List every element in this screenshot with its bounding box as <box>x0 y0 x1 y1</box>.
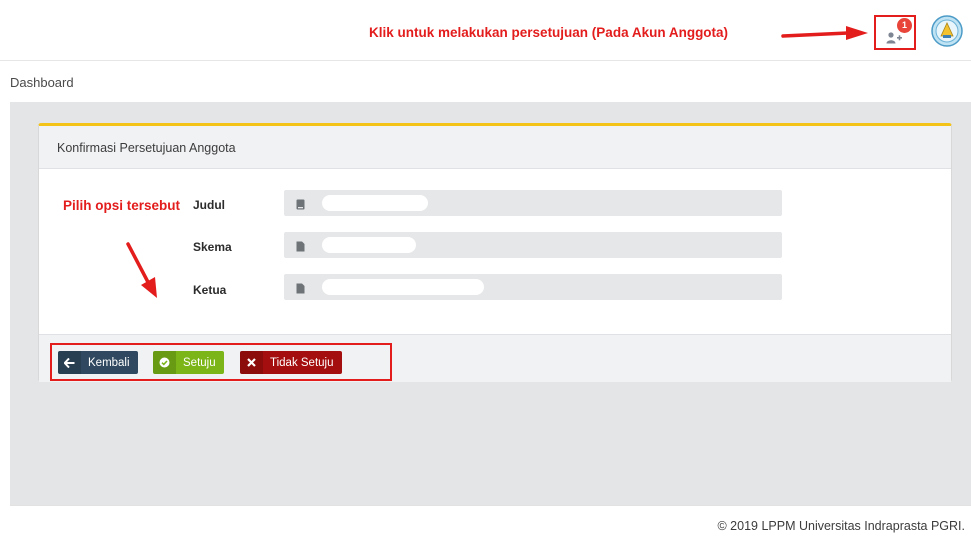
field-value-judul <box>322 195 428 211</box>
card-header: Konfirmasi Persetujuan Anggota <box>39 126 951 169</box>
field-ketua <box>284 274 782 300</box>
copyright-text: © 2019 LPPM Universitas Indraprasta PGRI… <box>717 519 965 533</box>
field-value-skema <box>322 237 416 253</box>
file-icon <box>296 281 305 299</box>
book-icon <box>296 197 305 215</box>
page: Klik untuk melakukan persetujuan (Pada A… <box>0 0 971 545</box>
main-content: Konfirmasi Persetujuan Anggota Judul Ske… <box>10 102 971 505</box>
page-footer: © 2019 LPPM Universitas Indraprasta PGRI… <box>10 505 971 545</box>
approval-card: Konfirmasi Persetujuan Anggota Judul Ske… <box>38 123 952 382</box>
field-label-ketua: Ketua <box>193 283 227 297</box>
annotation-highlight-frame <box>50 343 392 381</box>
top-navbar: Klik untuk melakukan persetujuan (Pada A… <box>0 0 971 58</box>
breadcrumb-bar: Dashboard <box>0 60 971 102</box>
user-plus-icon <box>886 31 902 49</box>
card-footer: Kembali Setuju Tidak Setuju <box>39 334 951 382</box>
member-approval-notification-button[interactable]: 1 <box>874 15 916 50</box>
field-judul <box>284 190 782 216</box>
university-logo[interactable] <box>931 15 963 47</box>
field-skema <box>284 232 782 258</box>
card-title: Konfirmasi Persetujuan Anggota <box>57 141 236 155</box>
annotation-top: Klik untuk melakukan persetujuan (Pada A… <box>369 25 729 40</box>
field-value-ketua <box>322 279 484 295</box>
field-label-judul: Judul <box>193 198 225 212</box>
file-icon <box>296 239 305 257</box>
annotation-left: Pilih opsi tersebut <box>63 198 181 213</box>
notification-badge: 1 <box>897 18 912 33</box>
breadcrumb[interactable]: Dashboard <box>10 75 74 90</box>
field-label-skema: Skema <box>193 240 232 254</box>
